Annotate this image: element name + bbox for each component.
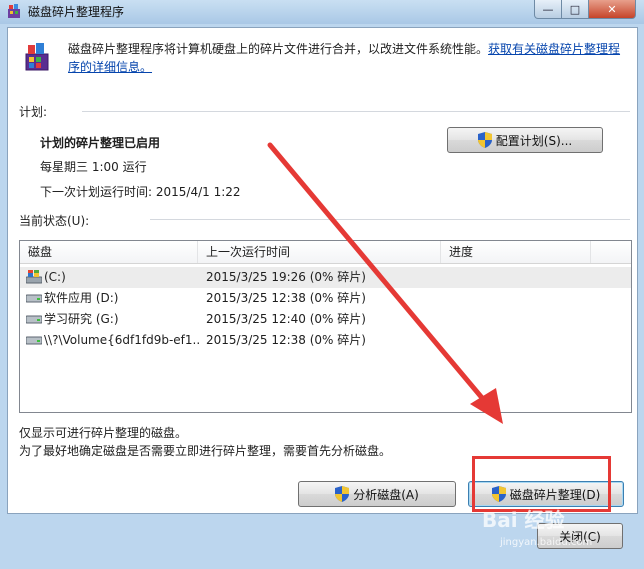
defrag-window: 磁盘碎片整理程序 — □ ✕ 磁盘碎片整理程序将计算机硬盘上的碎片文件进行合并，… [0,0,644,569]
disk-row-c[interactable]: (C:) 2015/3/25 19:26 (0% 碎片) [20,267,631,288]
disk-name: (C:) [44,270,66,284]
watermark-url: jingyan.baidu.com [500,537,593,548]
disk-last-run: 2015/3/25 19:26 (0% 碎片) [206,270,366,284]
schedule-next-run: 下一次计划运行时间: 2015/4/1 1:22 [40,185,241,199]
disk-last-run: 2015/3/25 12:40 (0% 碎片) [206,312,366,326]
drive-icon [26,294,42,303]
disk-last-run: 2015/3/25 12:38 (0% 碎片) [206,333,366,347]
analyze-disk-button[interactable]: 分析磁盘(A) [298,481,456,507]
disk-row-g[interactable]: 学习研究 (G:) 2015/3/25 12:40 (0% 碎片) [20,309,631,330]
disk-list-header: 磁盘 上一次运行时间 进度 [20,241,631,264]
defrag-large-icon [25,43,49,71]
configure-schedule-label: 配置计划(S)... [495,133,573,148]
minimize-icon: — [542,2,554,16]
note-analyze-first: 为了最好地确定磁盘是否需要立即进行碎片整理，需要首先分析磁盘。 [19,444,392,458]
disk-list[interactable]: 磁盘 上一次运行时间 进度 (C:) 2015/3/25 19:26 (0% 碎… [19,240,632,413]
disk-last-run: 2015/3/25 12:38 (0% 碎片) [206,291,366,305]
status-section-label: 当前状态(U): [19,214,90,228]
disk-progress [449,330,589,351]
column-header-progress[interactable]: 进度 [441,241,591,263]
configure-schedule-button[interactable]: 配置计划(S)... [447,127,603,153]
note-defraggable-only: 仅显示可进行碎片整理的磁盘。 [19,426,188,440]
analyze-disk-label: 分析磁盘(A) [353,487,419,502]
disk-row-d[interactable]: 软件应用 (D:) 2015/3/25 12:38 (0% 碎片) [20,288,631,309]
disk-name: 学习研究 (G:) [44,312,119,326]
disk-progress [449,309,589,330]
close-window-button[interactable]: ✕ [588,0,636,19]
disk-row-volume[interactable]: \\?\Volume{6df1fd9b-ef1... 2015/3/25 12:… [20,330,631,351]
disk-progress [449,267,589,288]
maximize-icon: □ [569,2,581,16]
drive-icon [26,315,42,324]
system-drive-icon [26,270,42,284]
defrag-app-icon [8,4,20,18]
window-title: 磁盘碎片整理程序 [28,5,125,19]
disk-name: 软件应用 (D:) [44,291,119,305]
watermark-logo: Bai 经验 [482,508,565,532]
close-icon: ✕ [607,2,617,16]
title-bar[interactable]: 磁盘碎片整理程序 — □ ✕ [0,0,644,22]
disk-name: \\?\Volume{6df1fd9b-ef1... [44,333,199,347]
schedule-divider [82,111,630,112]
disk-progress [449,288,589,309]
maximize-button[interactable]: □ [561,0,589,19]
drive-icon [26,336,42,345]
schedule-section-label: 计划: [19,105,48,119]
minimize-button[interactable]: — [534,0,562,19]
column-header-disk[interactable]: 磁盘 [20,241,198,263]
column-header-last-run[interactable]: 上一次运行时间 [198,241,441,263]
uac-shield-icon [335,486,350,502]
schedule-frequency: 每星期三 1:00 运行 [40,160,147,174]
status-divider [150,219,630,220]
uac-shield-icon [477,132,492,148]
schedule-status: 计划的碎片整理已启用 [40,136,161,150]
intro-description: 磁盘碎片整理程序将计算机硬盘上的碎片文件进行合并，以改进文件系统性能。 [68,42,489,56]
intro-text: 磁盘碎片整理程序将计算机硬盘上的碎片文件进行合并，以改进文件系统性能。获取有关磁… [68,40,628,76]
